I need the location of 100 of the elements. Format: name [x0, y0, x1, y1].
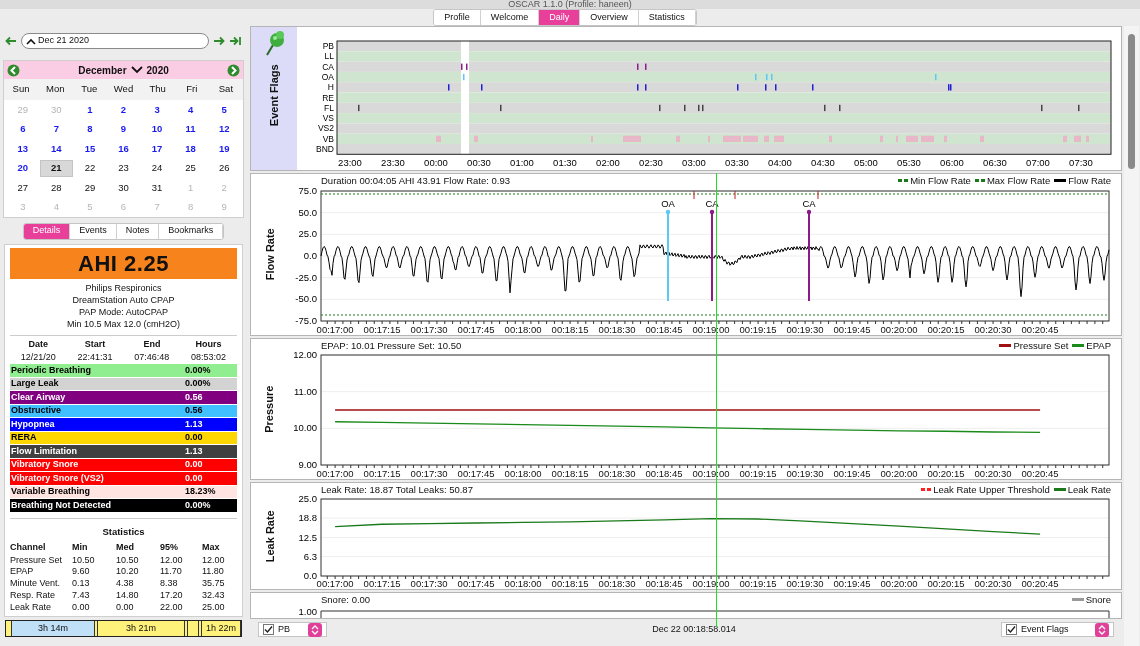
spinner-icon[interactable]	[308, 622, 322, 637]
calendar-day[interactable]: 20	[6, 159, 40, 177]
calendar-day[interactable]: 24	[140, 159, 174, 177]
calendar-day[interactable]: 26	[207, 159, 241, 177]
table-cell-text: 10.50	[72, 554, 96, 567]
axis-label: 05:30	[897, 157, 921, 168]
axis-label: 00:17:15	[363, 578, 401, 589]
table-cell-text: 8.38	[160, 578, 179, 590]
calendar-day[interactable]: 18	[174, 140, 208, 158]
axis-label: 00:18:15	[551, 578, 589, 589]
checkbox[interactable]	[263, 624, 274, 635]
event-value: 0.00	[185, 458, 204, 471]
calendar-day[interactable]: 5	[207, 101, 241, 119]
calendar-day[interactable]: 12	[207, 120, 241, 138]
column-header: Med	[116, 541, 135, 554]
weekday-label: Sun	[11, 82, 31, 97]
row-label: VS	[322, 113, 334, 124]
calendar-day[interactable]: 16	[107, 140, 140, 158]
table-cell-text: 9.60	[72, 566, 91, 579]
chart-title: Flow Rate	[262, 228, 277, 281]
tab[interactable]: Profile	[434, 10, 481, 25]
calendar-day[interactable]: 21	[39, 159, 73, 177]
back-arrow-icon[interactable]	[5, 36, 17, 46]
calendar-day[interactable]: 28	[39, 179, 73, 197]
axis-label: 00:19:30	[786, 578, 824, 589]
calendar-day[interactable]: 9	[107, 120, 140, 138]
checkbox-label: Event Flags	[1021, 622, 1070, 636]
table-cell-text: 11.80	[202, 566, 225, 579]
event-value: 0.00%	[185, 363, 212, 377]
axis-label: 03:30	[725, 157, 749, 168]
next-month-icon[interactable]	[227, 63, 240, 77]
month-selector[interactable]: December	[78, 62, 127, 78]
calendar-day[interactable]: 11	[174, 120, 208, 138]
event-tick	[693, 190, 695, 200]
legend-label: EPAP	[1086, 339, 1111, 352]
event-name: RERA	[10, 431, 38, 444]
calendar-day[interactable]: 4	[174, 101, 208, 119]
calendar-day[interactable]: 2	[107, 101, 140, 119]
toggle-control[interactable]: Event Flags	[1001, 622, 1114, 637]
year-selector[interactable]: 2020	[146, 62, 169, 78]
table-cell-text: 25.00	[202, 601, 226, 614]
tab[interactable]: Details	[23, 223, 71, 239]
calendar-day[interactable]: 3	[140, 101, 174, 119]
calendar-day[interactable]: 15	[73, 140, 107, 158]
usage-duration: 1h 22m	[206, 621, 236, 635]
table-cell-text: 0.00	[72, 601, 91, 614]
calendar-day[interactable]: 17	[140, 140, 174, 158]
event-name: Vibratory Snore	[10, 458, 80, 471]
usage-duration: 3h 21m	[126, 621, 156, 635]
column-header: End	[142, 338, 162, 351]
marker-label: OA	[661, 198, 675, 209]
chart-info: EPAP: 10.01 Pressure Set: 10.50	[321, 339, 462, 352]
axis-label: 00:17:15	[363, 468, 401, 479]
forward-arrow-icon[interactable]	[213, 36, 225, 46]
axis-label: 05:00	[854, 157, 878, 168]
axis-label: 00:19:15	[739, 468, 777, 479]
calendar-day[interactable]: 7	[39, 120, 73, 138]
calendar-day[interactable]: 6	[6, 120, 40, 138]
date-field[interactable]: Dec 21 2020	[21, 33, 209, 49]
caret-down-icon[interactable]	[130, 66, 143, 74]
previous-month-icon[interactable]	[7, 63, 20, 77]
date-value: Dec 21 2020	[38, 34, 90, 48]
event-name: Vibratory Snore (VS2)	[10, 471, 105, 485]
chart-title: Event Flags	[266, 64, 281, 127]
calendar-day[interactable]: 31	[140, 179, 174, 197]
row-label: RE	[322, 92, 334, 103]
scrollbar[interactable]	[1128, 34, 1135, 169]
calendar-day[interactable]: 10	[140, 120, 174, 138]
weekday-label: Sat	[217, 82, 235, 97]
tab[interactable]: Daily	[539, 10, 581, 25]
event-value: 0.56	[185, 404, 204, 417]
checkbox[interactable]	[1006, 624, 1017, 635]
calendar-day[interactable]: 13	[6, 140, 40, 158]
calendar-day[interactable]: 8	[73, 120, 107, 138]
event-name: Periodic Breathing	[10, 363, 92, 377]
toggle-control[interactable]: PB	[258, 622, 327, 637]
calendar-day[interactable]: 19	[207, 140, 241, 158]
legend-label: Snore	[1085, 593, 1111, 606]
calendar-day[interactable]: 27	[6, 179, 40, 197]
calendar-day[interactable]: 1	[73, 101, 107, 119]
event-tick	[817, 190, 819, 200]
calendar-day[interactable]: 29	[73, 179, 107, 197]
axis-label: 00:20:15	[927, 468, 965, 479]
caret-up-icon[interactable]	[26, 37, 36, 45]
axis-label: 00:18:30	[598, 578, 636, 589]
table-cell-text: 12.00	[202, 554, 226, 567]
calendar-day[interactable]: 30	[107, 179, 140, 197]
calendar-day[interactable]: 22	[73, 159, 107, 177]
table-cell-text: 22.00	[160, 601, 184, 614]
table-cell-text: Pressure Set	[10, 554, 64, 567]
axis-label: 04:00	[768, 157, 792, 168]
calendar-day[interactable]: 25	[174, 159, 208, 177]
jump-to-end-icon[interactable]	[229, 36, 242, 46]
calendar-day[interactable]: 14	[39, 140, 73, 158]
calendar-day[interactable]: 23	[107, 159, 140, 177]
axis-label: 12.00	[293, 352, 317, 360]
chart-title: Leak Rate	[262, 510, 277, 562]
event-name: Hypopnea	[10, 417, 56, 431]
table-cell-text: 7.43	[72, 589, 91, 602]
spinner-icon[interactable]	[1095, 622, 1109, 637]
